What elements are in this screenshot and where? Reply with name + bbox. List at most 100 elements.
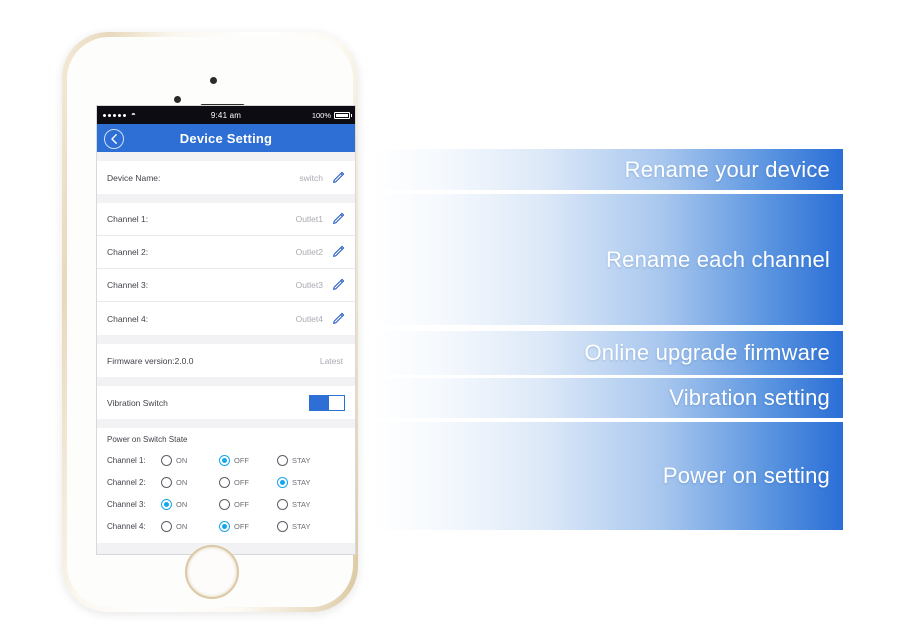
- page-title: Device Setting: [179, 130, 273, 146]
- channel-name-group: Channel 1: Outlet1 Channel 2: Outlet2 Channe…: [97, 203, 355, 335]
- radio-button-icon[interactable]: [277, 454, 288, 466]
- feature-callout-list: Rename your device Rename each channel O…: [373, 0, 843, 642]
- front-camera-icon: [210, 77, 217, 84]
- power-on-title: Power on Switch State: [107, 435, 188, 444]
- callout-power-on-setting: Power on setting: [373, 422, 843, 530]
- callout-label: Rename each channel: [606, 246, 830, 272]
- device-name-group: Device Name: switch: [97, 161, 355, 194]
- power-on-rows: Channel 1: ON OFF STAY Channel 2: ON OFF STAY Ch…: [97, 449, 355, 537]
- spacer: [97, 335, 355, 344]
- power-on-section: Power on Switch State Channel 1: ON OFF STA…: [97, 428, 355, 543]
- row-firmware[interactable]: Firmware version:2.0.0 Latest: [97, 344, 355, 377]
- radio-button-icon[interactable]: [161, 476, 172, 488]
- pencil-icon[interactable]: [331, 212, 345, 226]
- radio-button-icon[interactable]: [161, 454, 172, 466]
- vibration-label: Vibration Switch: [107, 397, 168, 408]
- radio-option-label: OFF: [234, 499, 249, 509]
- vibration-toggle[interactable]: [309, 394, 345, 411]
- proximity-sensor-icon: [174, 96, 181, 103]
- radio-button-icon[interactable]: [219, 454, 230, 466]
- radio-option-label: STAY: [292, 521, 311, 531]
- spacer: [97, 152, 355, 161]
- radio-option-on[interactable]: ON: [161, 520, 219, 532]
- radio-option-stay[interactable]: STAY: [277, 498, 335, 510]
- channel-value: Outlet3: [295, 280, 323, 290]
- status-bar-time: 9:41 am: [210, 110, 242, 120]
- callout-vibration-setting: Vibration setting: [373, 378, 843, 418]
- radio-option-off[interactable]: OFF: [219, 476, 277, 488]
- radio-option-label: OFF: [234, 477, 249, 487]
- power-row-label: Channel 1:: [107, 455, 146, 465]
- row-channel-1[interactable]: Channel 1: Outlet1: [97, 203, 355, 236]
- device-name-label: Device Name:: [107, 172, 161, 183]
- radio-option-label: ON: [176, 477, 188, 487]
- radio-option-label: STAY: [292, 499, 311, 509]
- status-bar: ◓ 9:41 am 100%: [97, 106, 355, 124]
- firmware-label: Firmware version:2.0.0: [107, 355, 194, 366]
- vibration-group: Vibration Switch: [97, 386, 355, 419]
- radio-option-stay[interactable]: STAY: [277, 454, 335, 466]
- spacer: [97, 419, 355, 428]
- pencil-icon[interactable]: [331, 245, 345, 259]
- radio-option-stay[interactable]: STAY: [277, 476, 335, 488]
- power-row-channel-3: Channel 3: ON OFF STAY: [97, 493, 355, 515]
- radio-option-label: OFF: [234, 521, 249, 531]
- channel-label: Channel 2:: [107, 247, 149, 257]
- pencil-icon[interactable]: [331, 278, 345, 292]
- phone-device: ◓ 9:41 am 100% Device Setting Device Nam…: [62, 32, 358, 612]
- spacer: [97, 377, 355, 386]
- power-row-label: Channel 2:: [107, 477, 146, 487]
- row-channel-2[interactable]: Channel 2: Outlet2: [97, 236, 355, 269]
- row-device-name[interactable]: Device Name: switch: [97, 161, 355, 194]
- radio-option-label: STAY: [292, 455, 311, 465]
- chevron-left-icon: [111, 134, 117, 144]
- firmware-status: Latest: [319, 355, 343, 366]
- channel-label: Channel 3:: [107, 280, 149, 290]
- pencil-icon[interactable]: [331, 312, 345, 326]
- row-vibration: Vibration Switch: [97, 386, 355, 419]
- spacer: [97, 194, 355, 203]
- power-row-channel-1: Channel 1: ON OFF STAY: [97, 449, 355, 471]
- radio-option-stay[interactable]: STAY: [277, 520, 335, 532]
- pencil-icon[interactable]: [331, 171, 345, 185]
- back-button[interactable]: [104, 129, 124, 149]
- radio-button-icon[interactable]: [219, 476, 230, 488]
- callout-label: Rename your device: [624, 156, 830, 182]
- radio-option-off[interactable]: OFF: [219, 454, 277, 466]
- radio-option-on[interactable]: ON: [161, 476, 219, 488]
- radio-button-icon[interactable]: [219, 520, 230, 532]
- radio-option-on[interactable]: ON: [161, 498, 219, 510]
- power-row-label: Channel 3:: [107, 499, 146, 509]
- channel-label: Channel 4:: [107, 313, 149, 324]
- power-row-channel-4: Channel 4: ON OFF STAY: [97, 515, 355, 537]
- channel-value: Outlet4: [295, 313, 323, 324]
- row-channel-3[interactable]: Channel 3: Outlet3: [97, 269, 355, 302]
- radio-button-icon[interactable]: [161, 498, 172, 510]
- radio-option-off[interactable]: OFF: [219, 520, 277, 532]
- radio-option-label: ON: [176, 455, 188, 465]
- radio-option-label: OFF: [234, 455, 249, 465]
- radio-option-label: STAY: [292, 477, 311, 487]
- radio-button-icon[interactable]: [277, 498, 288, 510]
- radio-option-on[interactable]: ON: [161, 454, 219, 466]
- radio-option-label: ON: [176, 499, 188, 509]
- callout-label: Power on setting: [662, 463, 830, 488]
- settings-content: Device Name: switch Channel 1: Outlet1 Cha…: [97, 152, 355, 554]
- power-row-channel-2: Channel 2: ON OFF STAY: [97, 471, 355, 493]
- phone-body: ◓ 9:41 am 100% Device Setting Device Nam…: [67, 37, 356, 607]
- home-button[interactable]: [185, 545, 239, 599]
- row-channel-4[interactable]: Channel 4: Outlet4: [97, 302, 355, 335]
- callout-upgrade-firmware: Online upgrade firmware: [373, 331, 843, 375]
- radio-button-icon[interactable]: [277, 520, 288, 532]
- channel-value: Outlet1: [295, 214, 323, 224]
- radio-button-icon[interactable]: [161, 520, 172, 532]
- channel-value: Outlet2: [295, 247, 323, 257]
- radio-option-off[interactable]: OFF: [219, 498, 277, 510]
- callout-label: Vibration setting: [669, 385, 830, 410]
- battery-full-icon: [334, 111, 352, 119]
- radio-button-icon[interactable]: [219, 498, 230, 510]
- firmware-group: Firmware version:2.0.0 Latest: [97, 344, 355, 377]
- channel-label: Channel 1:: [107, 214, 149, 224]
- radio-option-label: ON: [176, 521, 188, 531]
- radio-button-icon[interactable]: [277, 476, 288, 488]
